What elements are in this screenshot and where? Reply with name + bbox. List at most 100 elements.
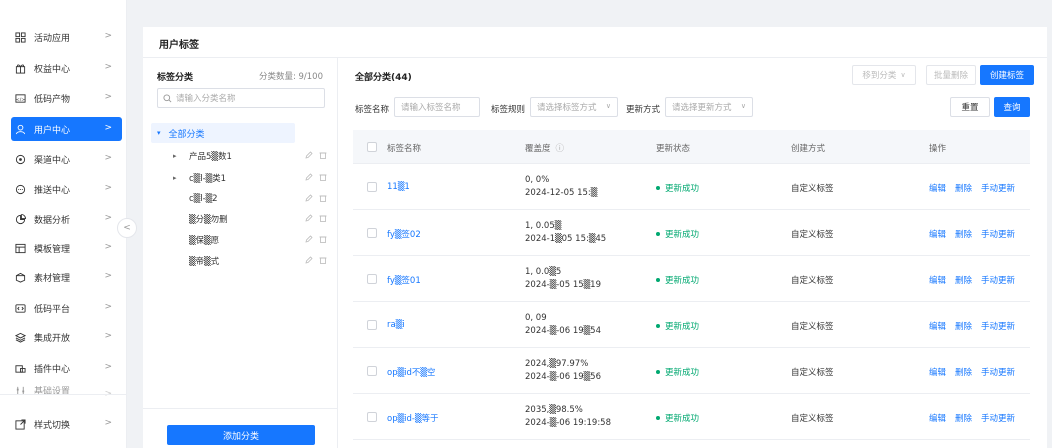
help-circle-icon[interactable]: ⓘ — [556, 144, 565, 154]
coverage-value: 0, 09 — [525, 313, 547, 323]
trash-icon[interactable] — [319, 235, 327, 246]
chevron-right-icon: > — [104, 31, 112, 41]
tree-node[interactable]: c▒l-▒2 — [157, 189, 327, 209]
add-category-button[interactable]: 添加分类 — [167, 425, 315, 445]
caret-down-icon[interactable]: ▾ — [157, 129, 161, 137]
row-checkbox[interactable] — [367, 412, 377, 422]
sidebar-item-style-switch[interactable]: 样式切换 > — [11, 412, 122, 436]
tag-name-link[interactable]: fy▒签02 — [387, 228, 421, 240]
collapse-sidebar-button[interactable]: < — [117, 218, 137, 238]
row-checkbox[interactable] — [367, 182, 377, 192]
channel-icon — [15, 154, 26, 165]
tag-name-input[interactable]: 请输入标签名称 — [394, 97, 480, 117]
sidebar-item-lowcode-products[interactable]: </> 低码产物 > — [11, 86, 122, 110]
sidebar-item-rights[interactable]: 权益中心 > — [11, 56, 122, 80]
row-checkbox[interactable] — [367, 366, 377, 376]
chevron-right-icon: > — [104, 92, 112, 102]
edit-icon[interactable] — [305, 234, 313, 246]
sidebar-item-integration[interactable]: 集成开放 > — [11, 325, 122, 349]
manual-update-link[interactable]: 手动更新 — [981, 412, 1015, 424]
manual-update-link[interactable]: 手动更新 — [981, 274, 1015, 286]
trash-icon[interactable] — [319, 256, 327, 267]
column-header: 操作 — [929, 144, 947, 154]
sidebar-item-label: 推送中心 — [34, 185, 71, 196]
create-method: 自定义标签 — [791, 230, 834, 240]
tree-node-label: c▒l-▒2 — [189, 194, 218, 204]
manual-update-link[interactable]: 手动更新 — [981, 182, 1015, 194]
tag-name-placeholder: 请输入标签名称 — [401, 103, 461, 113]
edit-icon[interactable] — [305, 255, 313, 267]
trash-icon[interactable] — [319, 194, 327, 205]
create-tag-button[interactable]: 创建标签 — [980, 65, 1034, 85]
tree-node[interactable]: ▸ c▒l-▒类1 — [157, 168, 327, 188]
trash-icon[interactable] — [319, 173, 327, 184]
edit-link[interactable]: 编辑 — [929, 366, 946, 378]
sidebar-item-activity[interactable]: 活动应用 > — [11, 25, 122, 49]
sidebar-item-push[interactable]: 推送中心 > — [11, 177, 122, 201]
category-search-input[interactable]: 请输入分类名称 — [157, 88, 325, 108]
delete-link[interactable]: 删除 — [955, 320, 972, 332]
batch-delete-button[interactable]: 批量删除 — [926, 65, 976, 85]
template-icon — [15, 243, 26, 254]
row-checkbox[interactable] — [367, 320, 377, 330]
category-title: 标签分类 — [157, 73, 194, 83]
sidebar-item-templates[interactable]: 模板管理 > — [11, 236, 122, 260]
sidebar-item-channel[interactable]: 渠道中心 > — [11, 147, 122, 171]
trash-icon[interactable] — [319, 151, 327, 162]
coverage-time: 2024-▒-06 19▒56 — [525, 372, 601, 382]
tag-name-link[interactable]: fy▒签01 — [387, 274, 421, 286]
caret-right-icon[interactable]: ▸ — [173, 152, 177, 160]
coverage-header-label: 覆盖度 — [525, 144, 551, 154]
filter-name-label: 标签名称 — [355, 105, 390, 115]
manual-update-link[interactable]: 手动更新 — [981, 366, 1015, 378]
sidebar-item-user-center[interactable]: 用户中心 > — [11, 117, 122, 141]
filter-rule-label: 标签规则 — [491, 105, 526, 115]
edit-icon[interactable] — [305, 193, 313, 205]
edit-icon[interactable] — [305, 213, 313, 225]
update-method-select[interactable]: 请选择更新方式 ∨ — [665, 97, 753, 117]
tag-name-link[interactable]: ra▒i — [387, 320, 405, 330]
query-button[interactable]: 查询 — [994, 97, 1030, 117]
row-checkbox[interactable] — [367, 274, 377, 284]
status-dot-icon — [656, 416, 660, 420]
edit-link[interactable]: 编辑 — [929, 320, 946, 332]
manual-update-link[interactable]: 手动更新 — [981, 320, 1015, 332]
tree-node[interactable]: ▒分▒勿删 — [157, 209, 327, 229]
chevron-right-icon: > — [104, 183, 112, 193]
tree-node[interactable]: ▸ 产品5▒数1 — [157, 146, 327, 166]
sidebar-item-plugins[interactable]: 插件中心 > — [11, 356, 122, 380]
caret-right-icon[interactable]: ▸ — [173, 174, 177, 182]
move-to-category-button[interactable]: 移到分类 ∨ — [852, 65, 916, 85]
row-checkbox[interactable] — [367, 228, 377, 238]
grid-icon — [15, 31, 26, 43]
sidebar-item-lowcode-platform[interactable]: 低码平台 > — [11, 296, 122, 320]
tag-name-link[interactable]: op▒id-▒等于 — [387, 412, 439, 424]
status-badge: 更新成功 — [656, 366, 699, 378]
edit-link[interactable]: 编辑 — [929, 412, 946, 424]
delete-link[interactable]: 删除 — [955, 274, 972, 286]
edit-link[interactable]: 编辑 — [929, 228, 946, 240]
tag-rule-select[interactable]: 请选择标签方式 ∨ — [530, 97, 618, 117]
edit-icon[interactable] — [305, 150, 313, 162]
tree-root-all[interactable]: ▾ 全部分类 — [151, 123, 295, 143]
select-all-checkbox[interactable] — [367, 142, 377, 152]
manual-update-link[interactable]: 手动更新 — [981, 228, 1015, 240]
delete-link[interactable]: 删除 — [955, 412, 972, 424]
tag-name-link[interactable]: 11▒1 — [387, 182, 410, 192]
scrollbar[interactable] — [1047, 27, 1052, 448]
reset-button[interactable]: 重置 — [950, 97, 990, 117]
edit-link[interactable]: 编辑 — [929, 182, 946, 194]
edit-link[interactable]: 编辑 — [929, 274, 946, 286]
chevron-right-icon: > — [104, 302, 112, 312]
tag-name-link[interactable]: op▒id不▒空 — [387, 366, 435, 378]
delete-link[interactable]: 删除 — [955, 228, 972, 240]
trash-icon[interactable] — [319, 214, 327, 225]
delete-link[interactable]: 删除 — [955, 182, 972, 194]
delete-link[interactable]: 删除 — [955, 366, 972, 378]
tag-rule-placeholder: 请选择标签方式 — [537, 103, 597, 113]
sidebar-item-materials[interactable]: 素材管理 > — [11, 265, 122, 289]
tree-node[interactable]: ▒保▒愿 — [157, 230, 327, 250]
sidebar-item-data-analysis[interactable]: 数据分析 > — [11, 207, 122, 231]
tree-node[interactable]: ▒帝▒式 — [157, 251, 327, 271]
edit-icon[interactable] — [305, 172, 313, 184]
